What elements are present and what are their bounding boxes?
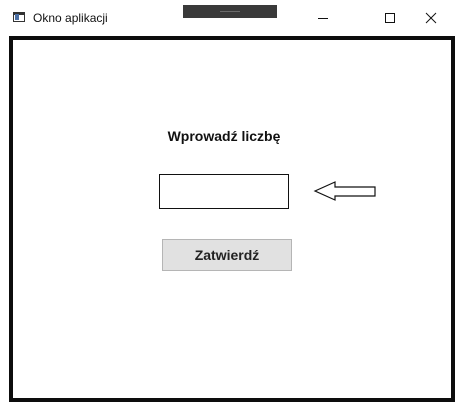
grip-icon [220,11,240,12]
number-input[interactable] [159,174,289,209]
application-window: Okno aplikacji Wprowadź liczbę Zatwierdź [0,0,458,402]
drag-handle[interactable] [183,5,277,18]
maximize-button[interactable] [370,6,410,30]
window-title: Okno aplikacji [33,11,108,25]
maximize-icon [385,13,395,23]
app-window-icon [13,12,25,22]
left-arrow-icon [313,181,376,201]
client-area: Wprowadź liczbę Zatwierdź [9,36,455,402]
minimize-icon [318,18,328,19]
title-bar[interactable]: Okno aplikacji [0,0,458,38]
minimize-button[interactable] [303,6,343,30]
submit-button[interactable]: Zatwierdź [162,239,292,271]
close-icon [425,12,437,24]
prompt-label: Wprowadź liczbę [167,128,281,144]
close-button[interactable] [411,6,451,30]
